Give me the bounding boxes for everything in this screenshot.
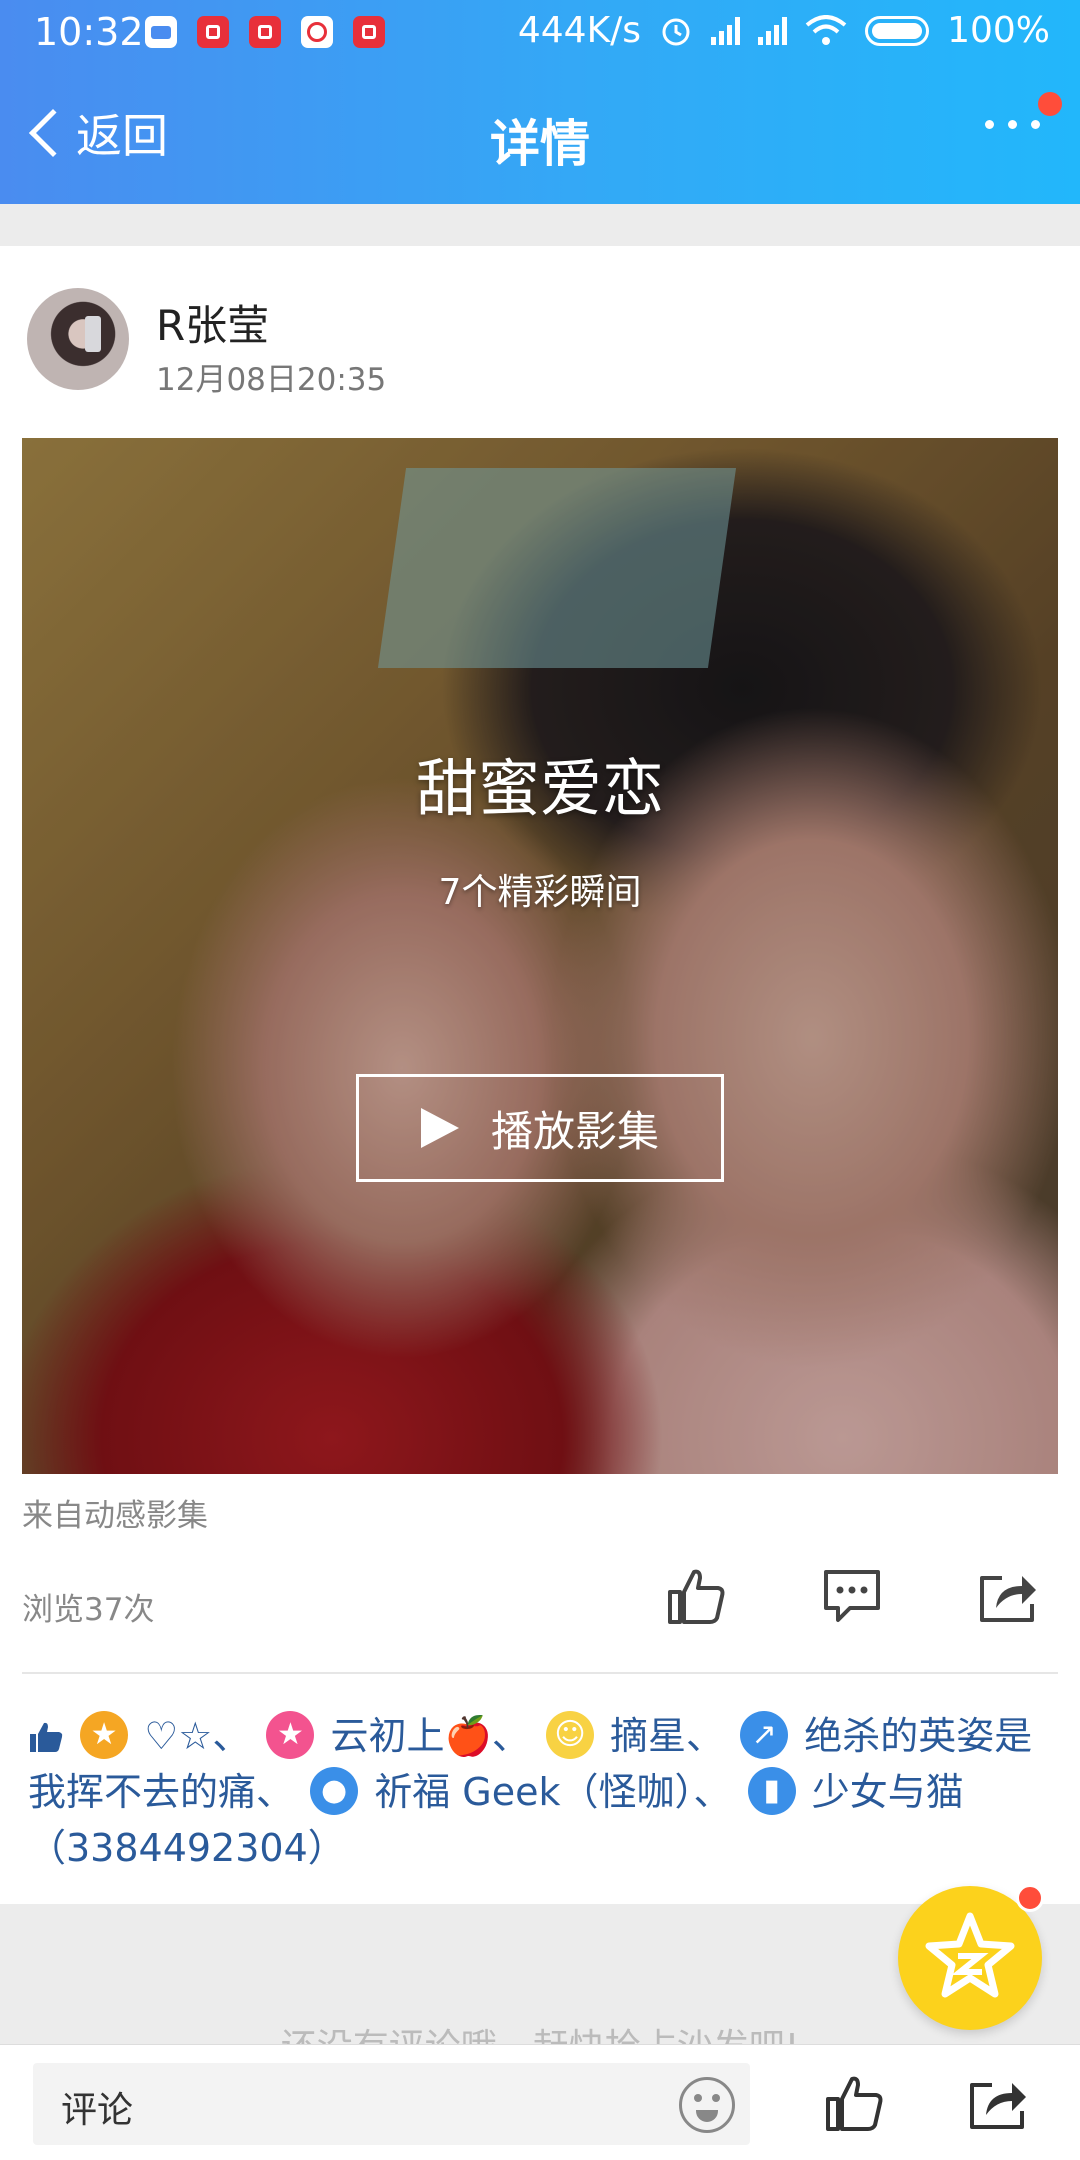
play-album-button[interactable]: 播放影集 <box>356 1074 724 1182</box>
status-bar: 10:32 444K/s 100% <box>0 0 1080 66</box>
like-list: ★ ♡☆、 ★ 云初上🍎、 ☺ 摘星、 ↗ 绝杀的英姿是我挥不去的痛、 ● 祈福… <box>28 1708 1052 1876</box>
play-label: 播放影集 <box>490 1106 659 1156</box>
battery-level: 100% <box>947 10 1050 51</box>
apple-emoji: 🍎、 <box>444 1714 530 1758</box>
star-icon[interactable]: ★ <box>80 1711 129 1759</box>
app-notification-icon <box>301 16 333 48</box>
signal-icon <box>758 16 788 45</box>
notification-icons <box>145 16 385 48</box>
top-bar: 10:32 444K/s 100% 返回 详情 <box>0 0 1080 204</box>
album-title: 甜蜜爱恋 <box>415 752 664 825</box>
like-user[interactable]: 祈福 Geek（怪咖）、 <box>374 1770 731 1814</box>
notification-badge <box>1016 1884 1044 1912</box>
post-timestamp: 12月08日20:35 <box>156 362 387 398</box>
share-icon[interactable] <box>966 2071 1030 2135</box>
net-speed: 444K/s <box>517 10 642 51</box>
signal-icon <box>711 16 741 45</box>
more-button[interactable] <box>985 120 1040 129</box>
comment-icon[interactable] <box>820 1564 884 1628</box>
alarm-icon <box>662 18 690 45</box>
like-icon[interactable] <box>822 2071 886 2135</box>
view-count: 浏览37次 <box>22 1592 155 1628</box>
wifi-icon <box>805 14 847 45</box>
album-subtitle: 7个精彩瞬间 <box>438 872 642 913</box>
like-user[interactable]: ♡☆、 <box>144 1714 250 1758</box>
avatar[interactable] <box>27 288 129 390</box>
like-user[interactable]: 摘星、 <box>610 1714 724 1758</box>
thumbs-up-icon <box>30 1722 63 1752</box>
comment-input[interactable]: 评论 <box>33 2063 750 2145</box>
fish-icon[interactable]: ● <box>310 1767 359 1815</box>
app-notification-icon <box>249 16 281 48</box>
battery-icon <box>865 15 930 46</box>
post-source[interactable]: 来自动感影集 <box>22 1490 208 1535</box>
divider <box>22 1672 1058 1674</box>
share-icon[interactable] <box>976 1564 1040 1628</box>
sticker-icon[interactable]: ☺ <box>545 1711 594 1759</box>
post-card: R张莹 12月08日20:35 甜蜜爱恋 7个精彩瞬间 播放影集 来自动感影集 … <box>0 246 1080 1904</box>
comment-placeholder: 评论 <box>61 2090 134 2131</box>
emoji-icon[interactable] <box>679 2077 735 2133</box>
play-icon <box>420 1108 459 1148</box>
username[interactable]: R张莹 <box>156 292 269 353</box>
status-right: 444K/s 100% <box>518 10 1050 51</box>
title-bar: 返回 详情 <box>0 70 1080 204</box>
like-icon[interactable] <box>664 1564 728 1628</box>
status-time: 10:32 <box>34 10 144 54</box>
bottom-bar: 评论 <box>0 2044 1080 2160</box>
app-notification-icon <box>353 16 385 48</box>
page-title: 详情 <box>490 115 590 173</box>
album-cover[interactable]: 甜蜜爱恋 7个精彩瞬间 播放影集 <box>22 438 1058 1474</box>
more-dots-icon <box>985 120 994 129</box>
notification-badge <box>1038 92 1062 116</box>
like-user[interactable]: 云初上 <box>331 1714 445 1758</box>
message-notification-icon <box>145 16 177 48</box>
arrow-icon[interactable]: ↗ <box>740 1711 789 1759</box>
app-notification-icon <box>197 16 229 48</box>
popsicle-icon[interactable]: ▮ <box>747 1767 796 1815</box>
star-icon[interactable]: ★ <box>266 1711 315 1759</box>
